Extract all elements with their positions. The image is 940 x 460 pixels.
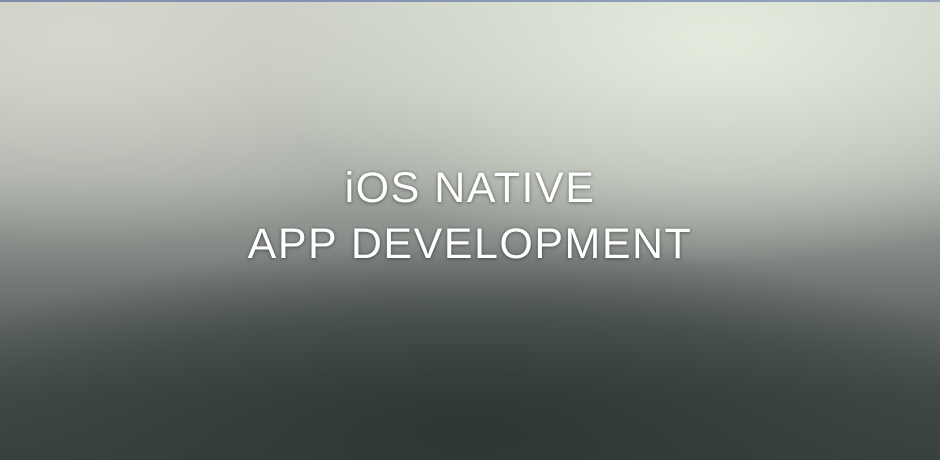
banner-headline: iOS NATIVE APP DEVELOPMENT xyxy=(0,160,940,272)
headline-line-2: APP DEVELOPMENT xyxy=(247,220,693,268)
headline-line-1: iOS NATIVE xyxy=(344,164,596,212)
top-border xyxy=(0,0,940,2)
hero-banner: iOS NATIVE APP DEVELOPMENT xyxy=(0,0,940,460)
